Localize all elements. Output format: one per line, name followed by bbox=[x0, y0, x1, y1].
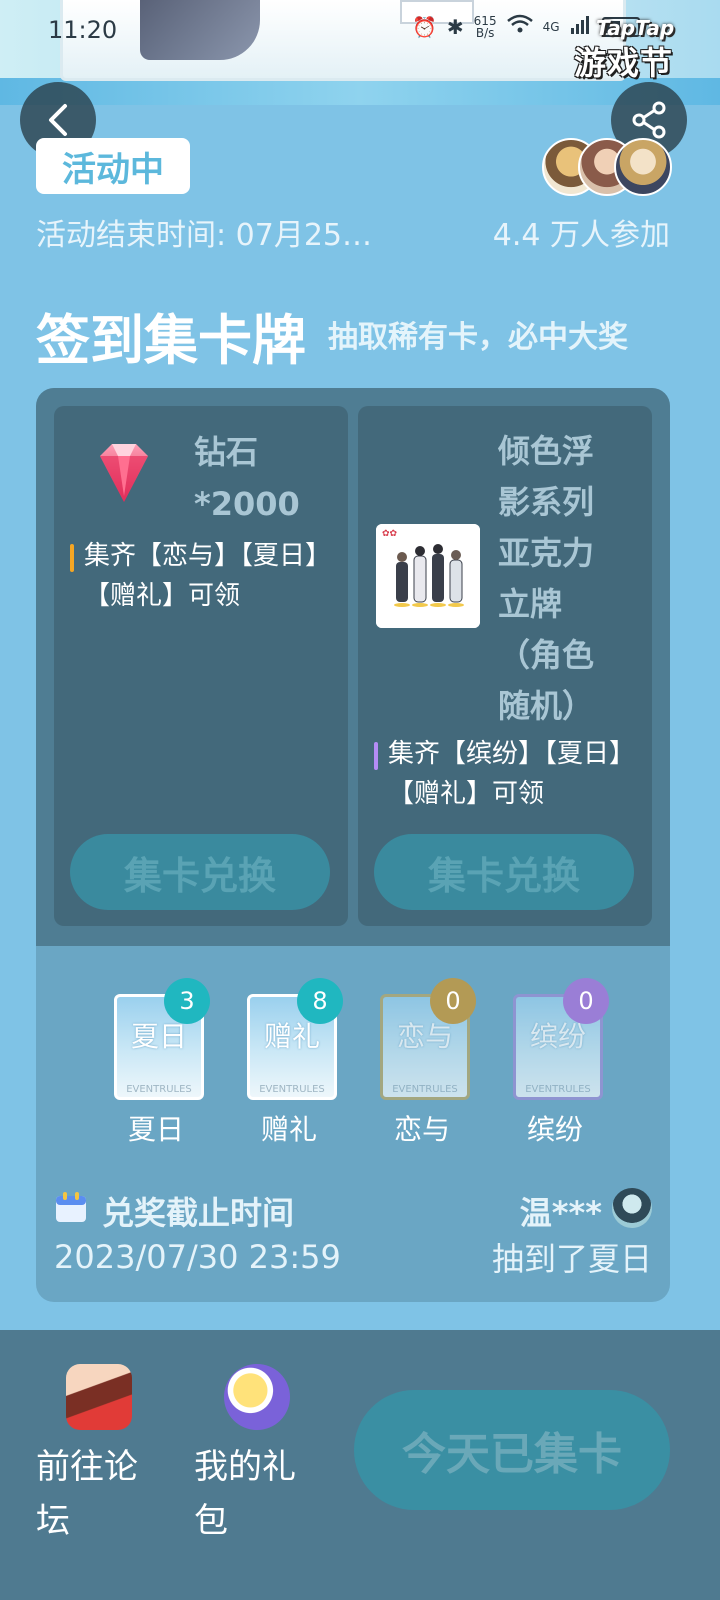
acrylic-stand-image: ✿✿ bbox=[376, 524, 480, 628]
share-icon bbox=[632, 101, 666, 139]
card-footer-text: EVENTRULES bbox=[259, 1084, 325, 1095]
network-type: 4G bbox=[542, 19, 560, 34]
page-title: 签到集卡牌 bbox=[36, 309, 306, 372]
card-gift[interactable]: 赠礼 EVENTRULES 8 赠礼 bbox=[239, 978, 359, 1148]
reward-quantity: *2000 bbox=[194, 485, 300, 523]
card-love[interactable]: 恋与 EVENTRULES 0 恋与 bbox=[372, 978, 492, 1148]
collected-today-button[interactable]: 今天已集卡 bbox=[354, 1390, 670, 1510]
reward-condition: 集齐【缤纷】【夏日】【赠礼】可领 bbox=[374, 734, 648, 814]
alarm-icon: ⏰ bbox=[412, 14, 437, 39]
event-info-row: 活动结束时间: 07月25… 4.4 万人参加 bbox=[36, 210, 670, 254]
festival-logo-text: 游戏节 bbox=[574, 44, 674, 82]
event-end-time: 活动结束时间: 07月25… bbox=[36, 218, 372, 253]
forum-label: 前往论坛 bbox=[36, 1447, 138, 1541]
rewards-section: 钻石 *2000 集齐【恋与】【夏日】【赠礼】可领 集卡兑换 ✿✿ 倾色浮 影系… bbox=[36, 388, 670, 946]
participant-count: 4.4 万人参加 bbox=[492, 218, 670, 253]
reward-name-line: 倾色浮 bbox=[498, 432, 595, 470]
network-speed: 615 B/s bbox=[474, 15, 497, 39]
event-title-row: 签到集卡牌 抽取稀有卡，必中大奖 bbox=[36, 296, 676, 372]
collected-cards: 夏日 EVENTRULES 3 夏日 赠礼 EVENTRULES 8 赠礼 恋与… bbox=[36, 978, 670, 1158]
reward-card-diamond: 钻石 *2000 集齐【恋与】【夏日】【赠礼】可领 集卡兑换 bbox=[54, 406, 348, 926]
condition-marker bbox=[374, 742, 378, 770]
recent-winner: 温*** 抽到了夏日 bbox=[392, 1188, 652, 1278]
card-footer-text: EVENTRULES bbox=[392, 1084, 458, 1095]
card-label: 夏日 bbox=[127, 1113, 184, 1146]
page-subtitle: 抽取稀有卡，必中大奖 bbox=[328, 320, 628, 355]
reward-name-line: 立牌 bbox=[498, 585, 563, 623]
participant-avatars[interactable] bbox=[542, 138, 674, 196]
calendar-icon bbox=[56, 1192, 86, 1222]
reward-condition-text: 集齐【恋与】【夏日】【赠礼】可领 bbox=[84, 541, 332, 611]
reward-condition-text: 集齐【缤纷】【夏日】【赠礼】可领 bbox=[388, 739, 636, 809]
card-count-badge: 0 bbox=[430, 978, 476, 1024]
reward-name-line: 钻石 bbox=[194, 433, 259, 471]
gifts-label: 我的礼包 bbox=[194, 1447, 296, 1541]
reward-condition: 集齐【恋与】【夏日】【赠礼】可领 bbox=[70, 536, 334, 616]
card-footer-text: EVENTRULES bbox=[126, 1084, 192, 1095]
deadline-title: 兑奖截止时间 bbox=[102, 1194, 295, 1232]
reward-name-line: 随机） bbox=[498, 687, 595, 725]
taptap-logo-text: TapTap bbox=[596, 16, 675, 40]
game-app-icon bbox=[66, 1364, 132, 1430]
winner-avatar bbox=[612, 1188, 652, 1228]
taptap-festival-logo: TapTap 游戏节 bbox=[574, 16, 694, 86]
reward-name-line: （角色 bbox=[498, 636, 595, 674]
bottom-action-bar: 前往论坛 我的礼包 今天已集卡 bbox=[0, 1330, 720, 1600]
reward-card-acrylic-stand: ✿✿ 倾色浮 影系列 亚克力 立牌 （角色 随机） 集齐【缤纷】【夏日】【赠礼】… bbox=[358, 406, 652, 926]
reward-name-line: 亚克力 bbox=[498, 534, 595, 572]
wifi-icon bbox=[506, 14, 533, 39]
reward-name: 钻石 *2000 bbox=[194, 426, 344, 530]
card-footer-text: EVENTRULES bbox=[525, 1084, 591, 1095]
condition-marker bbox=[70, 544, 74, 572]
avatar bbox=[614, 138, 672, 196]
acrylic-stand-figures: ✿✿ bbox=[376, 524, 480, 628]
card-summer[interactable]: 夏日 EVENTRULES 3 夏日 bbox=[106, 978, 226, 1148]
card-colorful[interactable]: 缤纷 EVENTRULES 0 缤纷 bbox=[505, 978, 625, 1148]
network-speed-unit: B/s bbox=[475, 25, 495, 40]
reward-name-line: 影系列 bbox=[498, 483, 595, 521]
card-count-badge: 8 bbox=[297, 978, 343, 1024]
status-time: 11:20 bbox=[48, 16, 118, 44]
gift-icon bbox=[224, 1364, 290, 1430]
card-count-badge: 3 bbox=[164, 978, 210, 1024]
diamond-icon bbox=[100, 444, 148, 502]
card-label: 缤纷 bbox=[526, 1113, 583, 1146]
winner-name: 温*** bbox=[519, 1194, 602, 1232]
chevron-left-icon bbox=[49, 104, 67, 136]
card-count-badge: 0 bbox=[563, 978, 609, 1024]
event-status-badge: 活动中 bbox=[36, 138, 190, 194]
reward-name: 倾色浮 影系列 亚克力 立牌 （角色 随机） bbox=[498, 426, 618, 732]
card-label: 恋与 bbox=[393, 1113, 450, 1146]
card-collection-panel: 钻石 *2000 集齐【恋与】【夏日】【赠礼】可领 集卡兑换 ✿✿ 倾色浮 影系… bbox=[36, 388, 670, 1302]
winner-result: 抽到了夏日 bbox=[491, 1240, 652, 1278]
bluetooth-icon: ✱ bbox=[446, 14, 464, 39]
svg-text:✿✿: ✿✿ bbox=[382, 529, 398, 539]
card-label: 赠礼 bbox=[260, 1113, 317, 1146]
exchange-button-acrylic[interactable]: 集卡兑换 bbox=[374, 834, 634, 910]
deadline-date: 2023/07/30 23:59 bbox=[54, 1238, 341, 1276]
exchange-button-diamond[interactable]: 集卡兑换 bbox=[70, 834, 330, 910]
